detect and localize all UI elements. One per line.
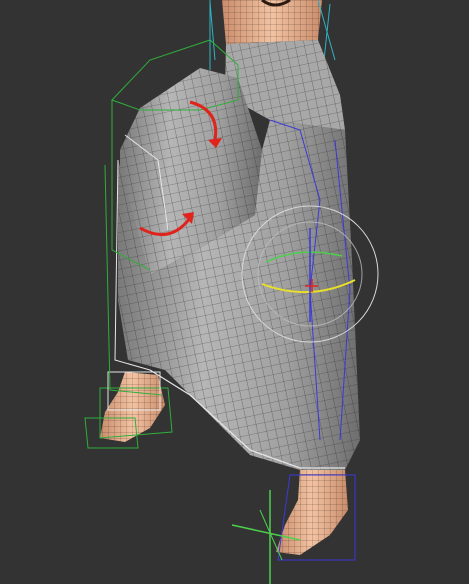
scene-canvas[interactable] [0, 0, 469, 584]
left-foot[interactable] [84, 371, 173, 449]
right-foot[interactable] [276, 470, 356, 561]
pivot-axis-icon[interactable] [231, 490, 301, 584]
3d-viewport[interactable] [0, 0, 469, 584]
